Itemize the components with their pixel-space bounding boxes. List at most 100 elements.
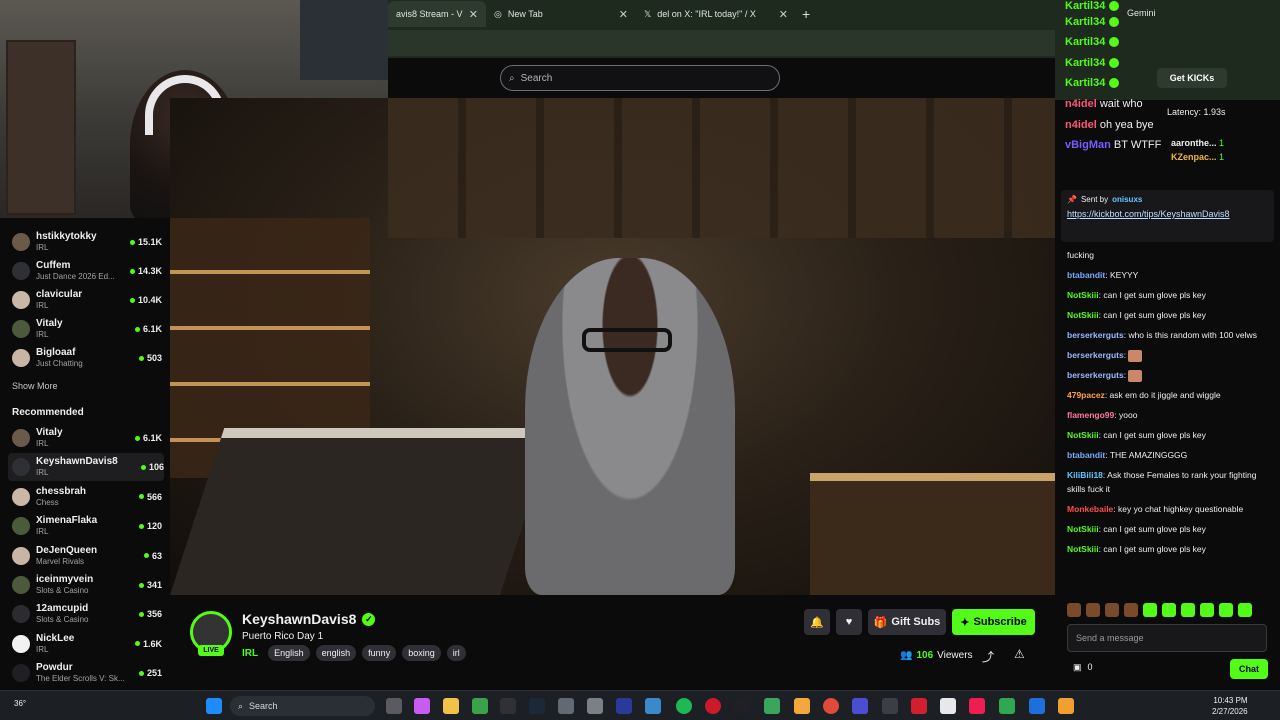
- app-icon[interactable]: [558, 698, 574, 714]
- task-view-icon[interactable]: [386, 698, 402, 714]
- address-bar[interactable]: [388, 30, 1055, 56]
- tag-pill[interactable]: boxing: [402, 645, 441, 661]
- browser-tab-stream[interactable]: avis8 Stream - V ✕: [388, 1, 486, 27]
- spotify-icon[interactable]: [676, 698, 692, 714]
- app-icon[interactable]: [1058, 698, 1074, 714]
- emote-icon[interactable]: [1162, 603, 1176, 617]
- app-icon[interactable]: [616, 698, 632, 714]
- browser-tab-x[interactable]: 𝕏 del on X: "IRL today!" / X ✕: [636, 1, 796, 27]
- chat-username[interactable]: flamengo99: [1067, 410, 1114, 420]
- opera-icon[interactable]: [705, 698, 721, 714]
- sidebar-channel-ximenaflaka[interactable]: XimenaFlaka IRL 120: [12, 512, 162, 540]
- gemini-button[interactable]: Gemini: [1127, 8, 1156, 18]
- chat-username[interactable]: berserkerguts: [1067, 350, 1124, 360]
- tiktok-icon[interactable]: [969, 698, 985, 714]
- pinned-link[interactable]: https://kickbot.com/tips/KeyshawnDavis8: [1067, 208, 1257, 221]
- video-player[interactable]: [170, 98, 1055, 595]
- emote-icon[interactable]: [1105, 603, 1119, 617]
- close-icon[interactable]: ✕: [779, 8, 788, 21]
- sidebar-channel-cuffem[interactable]: Cuffem Just Dance 2026 Ed... 14.3K: [12, 257, 162, 285]
- chat-username[interactable]: berserkerguts: [1067, 330, 1124, 340]
- chrome-icon[interactable]: [823, 698, 839, 714]
- emote-icon[interactable]: [1200, 603, 1214, 617]
- chat-username[interactable]: n4idel: [1065, 98, 1097, 110]
- app-icon[interactable]: [911, 698, 927, 714]
- tag-pill[interactable]: English: [268, 645, 310, 661]
- emote-icon[interactable]: [1067, 603, 1081, 617]
- app-icon[interactable]: [1029, 698, 1045, 714]
- chat-username[interactable]: n4idel: [1065, 119, 1097, 131]
- chat-send-button[interactable]: Chat: [1230, 659, 1268, 679]
- get-kicks-button[interactable]: Get KICKs: [1157, 68, 1227, 88]
- steam-icon[interactable]: [529, 698, 545, 714]
- notification-bell-button[interactable]: 🔔: [804, 609, 830, 635]
- weather-widget[interactable]: 36°: [14, 699, 26, 708]
- close-icon[interactable]: ✕: [469, 8, 478, 21]
- tag-pill[interactable]: funny: [362, 645, 397, 661]
- sidebar-channel-vitaly[interactable]: Vitaly IRL 6.1K: [12, 315, 162, 343]
- pinned-message[interactable]: 📌 Sent by onisuxs https://kickbot.com/ti…: [1061, 190, 1274, 242]
- app-icon[interactable]: [794, 698, 810, 714]
- emote-icon[interactable]: [1086, 603, 1100, 617]
- sidebar-channel-powdur[interactable]: Powdur The Elder Scrolls V: Sk... 251: [12, 659, 162, 687]
- chat-username[interactable]: berserkerguts: [1067, 370, 1124, 380]
- wallet-icon[interactable]: ▣: [1073, 662, 1082, 673]
- new-tab-button[interactable]: +: [796, 6, 816, 22]
- app-icon[interactable]: [940, 698, 956, 714]
- emote-icon[interactable]: [1124, 603, 1138, 617]
- subscribe-button[interactable]: ✦ Subscribe: [952, 609, 1035, 635]
- epic-games-icon[interactable]: [500, 698, 516, 714]
- sidebar-channel-bigloaaf[interactable]: Bigloaaf Just Chatting 503: [12, 344, 162, 372]
- show-more-link[interactable]: Show More: [12, 381, 58, 391]
- tag-pill[interactable]: english: [315, 645, 357, 661]
- gift-subs-button[interactable]: 🎁 Gift Subs: [868, 609, 946, 635]
- search-input[interactable]: ⌕ Search: [500, 65, 780, 91]
- app-icon[interactable]: [852, 698, 868, 714]
- sidebar-channel-vitaly[interactable]: Vitaly IRL 6.1K: [12, 424, 162, 452]
- emote-icon[interactable]: [1143, 603, 1157, 617]
- report-icon[interactable]: ⚠: [1014, 647, 1025, 661]
- chat-username[interactable]: btabandit: [1067, 270, 1105, 280]
- streamer-name[interactable]: KeyshawnDavis8 ✓: [242, 611, 376, 627]
- app-icon[interactable]: [764, 698, 780, 714]
- sidebar-channel-keyshawndavis8[interactable]: KeyshawnDavis8 IRL 106: [8, 453, 164, 482]
- emote-icon[interactable]: [1238, 603, 1252, 617]
- copilot-icon[interactable]: [414, 698, 430, 714]
- windows-start-icon[interactable]: [206, 698, 222, 714]
- browser-tab-newtab[interactable]: ◎ New Tab ✕: [486, 1, 636, 27]
- chat-username[interactable]: NotSkiii: [1067, 544, 1099, 554]
- app-icon[interactable]: [645, 698, 661, 714]
- settings-icon[interactable]: [587, 698, 603, 714]
- pinned-sender[interactable]: onisuxs: [1112, 195, 1142, 204]
- emote-icon[interactable]: [1219, 603, 1233, 617]
- chat-username[interactable]: NotSkiii: [1067, 290, 1099, 300]
- sidebar-channel-nicklee[interactable]: NickLee IRL 1.6K: [12, 630, 162, 658]
- close-icon[interactable]: ✕: [619, 8, 628, 21]
- chat-username[interactable]: vBigMan: [1065, 139, 1111, 151]
- system-clock[interactable]: 10:43 PM 2/27/2026: [1212, 695, 1248, 717]
- sidebar-channel-hstikkytokky[interactable]: hstikkytokky IRL 15.1K: [12, 228, 162, 256]
- app-icon[interactable]: [999, 698, 1015, 714]
- share-icon[interactable]: ⤴: [982, 648, 994, 665]
- file-explorer-icon[interactable]: [443, 698, 459, 714]
- emote-icon[interactable]: [1181, 603, 1195, 617]
- sidebar-channel-iceinmyvein[interactable]: iceinmyvein Slots & Casino 341: [12, 571, 162, 599]
- chat-input[interactable]: Send a message: [1067, 624, 1267, 652]
- sidebar-channel-clavicular[interactable]: clavicular IRL 10.4K: [12, 286, 162, 314]
- chat-username[interactable]: NotSkiii: [1067, 310, 1099, 320]
- chat-username[interactable]: Monkebaile: [1067, 504, 1113, 514]
- chat-username[interactable]: KiliBili18: [1067, 470, 1103, 480]
- sidebar-channel-dejenqueen[interactable]: DeJenQueen Marvel Rivals 63: [12, 542, 162, 570]
- app-icon[interactable]: [882, 698, 898, 714]
- tag-pill[interactable]: irl: [446, 645, 466, 661]
- sidebar-channel-chessbrah[interactable]: chessbrah Chess 566: [12, 483, 162, 511]
- chat-username[interactable]: NotSkiii: [1067, 430, 1099, 440]
- chat-username[interactable]: 479pacez: [1067, 390, 1105, 400]
- sidebar-channel-12amcupid[interactable]: 12amcupid Slots & Casino 356: [12, 600, 162, 628]
- capcut-icon[interactable]: [734, 698, 750, 714]
- taskbar-search[interactable]: ⌕ Search: [230, 696, 375, 716]
- category-link[interactable]: IRL: [242, 648, 258, 659]
- xbox-icon[interactable]: [472, 698, 488, 714]
- chat-username[interactable]: btabandit: [1067, 450, 1105, 460]
- chat-username[interactable]: NotSkiii: [1067, 524, 1099, 534]
